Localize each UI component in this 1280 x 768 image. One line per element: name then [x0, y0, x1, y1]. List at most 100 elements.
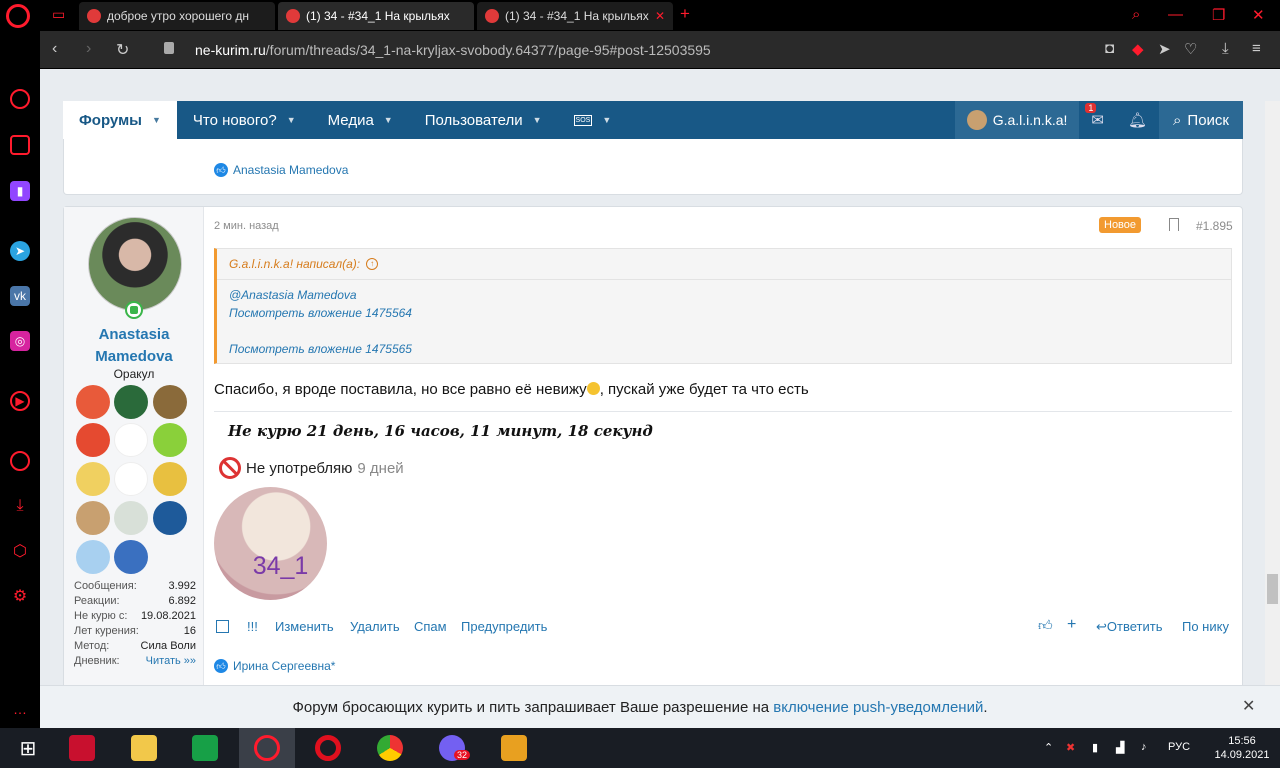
- reply-button[interactable]: ↩Ответить: [1096, 619, 1162, 635]
- tab-2[interactable]: (1) 34 - #34_1 На крыльях: [278, 2, 474, 30]
- award-girl-icon[interactable]: [76, 540, 110, 574]
- add-icon[interactable]: +: [1067, 616, 1076, 634]
- more-icon[interactable]: …: [10, 699, 30, 719]
- telegram-icon[interactable]: ➤: [10, 241, 30, 261]
- speed-dial-icon[interactable]: [10, 89, 30, 109]
- select-checkbox[interactable]: [216, 620, 229, 633]
- scroll-thumb[interactable]: [1267, 574, 1278, 604]
- opera-logo-icon[interactable]: [6, 4, 30, 28]
- player-icon[interactable]: ▶: [10, 391, 30, 411]
- reload-icon[interactable]: ↻: [116, 40, 129, 60]
- taskbar-store[interactable]: [177, 728, 233, 768]
- spam-button[interactable]: Спам: [414, 619, 447, 634]
- reaction-line[interactable]: 👍︎ Anastasia Mamedova: [214, 163, 348, 177]
- camera-icon[interactable]: ◘: [1105, 40, 1114, 57]
- award-apple-icon[interactable]: [76, 385, 110, 419]
- chevron-down-icon[interactable]: ▼: [533, 115, 542, 125]
- bookmark-icon[interactable]: [1169, 218, 1179, 231]
- arrow-up-icon[interactable]: ↑: [366, 258, 379, 270]
- award-star-icon[interactable]: [153, 385, 187, 419]
- chevron-down-icon[interactable]: ▼: [152, 115, 161, 125]
- nav-users[interactable]: Пользователи ▼: [409, 101, 558, 139]
- award-bird-icon[interactable]: [153, 501, 187, 535]
- taskbar-viber[interactable]: 32: [424, 728, 480, 768]
- language-indicator[interactable]: РУС: [1168, 741, 1190, 753]
- shield-icon[interactable]: ◆: [1132, 40, 1144, 58]
- settings-gear-icon[interactable]: ⚙: [10, 586, 30, 606]
- award-plant-icon[interactable]: [114, 501, 148, 535]
- tab-1[interactable]: доброе утро хорошего дн: [79, 2, 275, 30]
- delete-button[interactable]: Удалить: [350, 619, 400, 634]
- instagram-icon[interactable]: ◎: [10, 331, 30, 351]
- download-icon[interactable]: ⤓: [1222, 40, 1229, 57]
- edit-button[interactable]: Изменить: [275, 619, 334, 634]
- taskbar-explorer[interactable]: [116, 728, 172, 768]
- nav-forums[interactable]: Форумы ▼: [63, 101, 177, 139]
- signal-icon[interactable]: ▟: [1116, 741, 1124, 754]
- reaction-line[interactable]: 👍︎ Ирина Сергеевна*: [214, 659, 335, 673]
- tab-close-icon[interactable]: ✕: [655, 9, 665, 23]
- search-button[interactable]: ⌕ Поиск: [1159, 101, 1243, 139]
- quote-mention[interactable]: @Anastasia Mamedova: [229, 288, 357, 302]
- nav-whats-new[interactable]: Что нового? ▼: [177, 101, 312, 139]
- gamepad-icon[interactable]: ▭: [52, 6, 65, 23]
- search-tabs-icon[interactable]: ⌕: [1132, 6, 1140, 23]
- diary-link[interactable]: Читать »»: [146, 655, 196, 670]
- chevron-down-icon[interactable]: ▼: [384, 115, 393, 125]
- award-tomato-icon[interactable]: [76, 423, 110, 457]
- taskbar-chrome-like[interactable]: [362, 728, 418, 768]
- taskbar-opera-gx[interactable]: [239, 728, 295, 768]
- maximize-icon[interactable]: ❐: [1212, 6, 1225, 24]
- avatar[interactable]: [88, 217, 182, 311]
- report-button[interactable]: !!!: [247, 619, 258, 634]
- award-snowman-icon[interactable]: [114, 462, 148, 496]
- back-icon[interactable]: ‹: [52, 40, 57, 58]
- extensions-icon[interactable]: ⬡: [10, 541, 30, 561]
- reacted-user[interactable]: Anastasia Mamedova: [233, 163, 348, 177]
- forward-icon[interactable]: ›: [86, 40, 91, 58]
- new-tab-button[interactable]: +: [680, 4, 690, 24]
- minimize-icon[interactable]: —: [1168, 6, 1183, 23]
- author-name[interactable]: Anastasia Mamedova: [64, 324, 204, 368]
- attachment-link[interactable]: Посмотреть вложение 1475564: [229, 306, 412, 320]
- shopping-bag-icon[interactable]: [10, 135, 30, 155]
- battery-icon[interactable]: ▮: [1092, 741, 1098, 754]
- close-icon[interactable]: ✕: [1242, 696, 1255, 716]
- close-window-icon[interactable]: ✕: [1252, 6, 1265, 24]
- vk-icon[interactable]: vk: [10, 286, 30, 306]
- like-icon[interactable]: 👍︎: [1038, 617, 1053, 634]
- twitch-icon[interactable]: ▮: [10, 181, 30, 201]
- taskbar-video[interactable]: [486, 728, 542, 768]
- page-scrollbar[interactable]: [1265, 101, 1280, 728]
- menu-icon[interactable]: ≡: [1252, 40, 1261, 57]
- history-icon[interactable]: [10, 451, 30, 471]
- user-menu[interactable]: G.a.l.i.n.k.a!: [954, 101, 1080, 139]
- award-feather-icon[interactable]: [114, 540, 148, 574]
- award-mermaid-icon[interactable]: [114, 423, 148, 457]
- downloads-icon[interactable]: ⤓: [10, 496, 30, 516]
- chevron-up-icon[interactable]: ⌃: [1044, 741, 1053, 754]
- send-icon[interactable]: ➤: [1158, 40, 1171, 58]
- clock[interactable]: 15:56 14.09.2021: [1212, 734, 1272, 762]
- taskbar-acrobat[interactable]: [54, 728, 110, 768]
- url-field[interactable]: ne-kurim.ru/forum/threads/34_1-na-krylja…: [195, 42, 711, 58]
- enable-push-link[interactable]: включение push-уведомлений: [773, 699, 983, 716]
- award-medal-icon[interactable]: [76, 462, 110, 496]
- post-timestamp[interactable]: 2 мин. назад: [214, 220, 279, 232]
- taskbar-opera[interactable]: [300, 728, 356, 768]
- warn-button[interactable]: Предупредить: [461, 619, 547, 634]
- nav-sos[interactable]: SOS ▼: [558, 101, 628, 139]
- award-swirl-icon[interactable]: [114, 385, 148, 419]
- start-button[interactable]: ⊞: [0, 728, 56, 768]
- inbox-icon[interactable]: ✉ 1: [1079, 103, 1116, 129]
- reply-by-nick-button[interactable]: По нику: [1182, 619, 1229, 634]
- chevron-down-icon[interactable]: ▼: [602, 115, 611, 125]
- chevron-down-icon[interactable]: ▼: [287, 115, 296, 125]
- reacted-user[interactable]: Ирина Сергеевна*: [233, 659, 335, 673]
- quote-header[interactable]: G.a.l.i.n.k.a! написал(а): ↑: [229, 257, 379, 271]
- award-green-apple-icon[interactable]: [153, 423, 187, 457]
- attachment-link[interactable]: Посмотреть вложение 1475565: [229, 342, 412, 356]
- heart-icon[interactable]: ♡: [1184, 40, 1197, 58]
- nav-media[interactable]: Медиа ▼: [312, 101, 409, 139]
- bell-icon[interactable]: 🔔︎: [1116, 111, 1159, 129]
